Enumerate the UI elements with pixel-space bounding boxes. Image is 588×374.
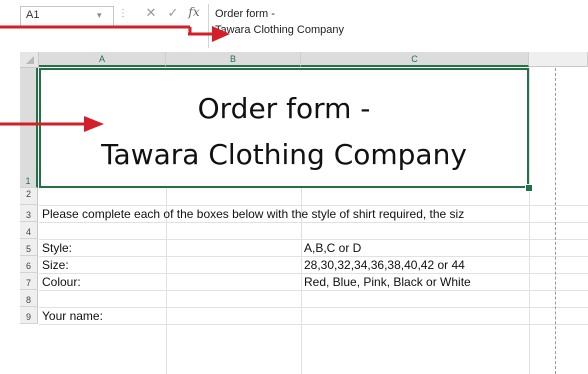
column-header-d[interactable]	[529, 52, 588, 67]
enter-icon[interactable]: ✓	[164, 5, 182, 21]
callout-arrow-icon	[0, 25, 230, 42]
cell-a9-your-name-label[interactable]: Your name:	[42, 309, 103, 323]
column-header-c[interactable]: C	[301, 52, 529, 67]
row-header-7[interactable]: 7	[20, 273, 38, 290]
merged-title-cell[interactable]: Order form - Tawara Clothing Company	[39, 68, 529, 188]
gridline	[39, 239, 588, 240]
cancel-icon[interactable]: ✕	[142, 5, 160, 21]
gridline	[39, 205, 588, 206]
cell-c6-size-value[interactable]: 28,30,32,34,36,38,40,42 or 44	[304, 258, 465, 272]
row-header-9[interactable]: 9	[20, 307, 38, 324]
cell-c7-colour-value[interactable]: Red, Blue, Pink, Black or White	[304, 275, 471, 289]
row-header-3[interactable]: 3	[20, 205, 38, 222]
gridline	[529, 68, 530, 374]
row-header-2[interactable]: 2	[20, 188, 38, 205]
row-header-5[interactable]: 5	[20, 239, 38, 256]
insert-function-icon[interactable]: fx	[185, 5, 203, 19]
gridline	[39, 222, 588, 223]
row-header-4[interactable]: 4	[20, 222, 38, 239]
cell-a5-style-label[interactable]: Style:	[42, 241, 72, 255]
fill-handle[interactable]	[525, 184, 533, 192]
cell-a6-size-label[interactable]: Size:	[42, 258, 69, 272]
gridline	[39, 273, 588, 274]
title-line-1: Order form -	[197, 92, 371, 125]
separator-icon: ⋮	[118, 8, 128, 19]
cell-a3-instructions[interactable]: Please complete each of the boxes below …	[42, 207, 464, 221]
gridline	[39, 256, 588, 257]
row-header-8[interactable]: 8	[20, 290, 38, 307]
row-header-6[interactable]: 6	[20, 256, 38, 273]
worksheet-grid[interactable]: A B C 1 2 3 4 5 6 7 8 9 Order form - Taw…	[20, 52, 588, 374]
page-break-line	[555, 68, 556, 374]
gridline	[39, 324, 588, 325]
cell-a7-colour-label[interactable]: Colour:	[42, 275, 81, 289]
column-header-b[interactable]: B	[166, 52, 301, 67]
cell-c5-style-value[interactable]: A,B,C or D	[304, 241, 361, 255]
select-all-icon[interactable]	[20, 52, 39, 68]
column-header-a[interactable]: A	[39, 52, 166, 67]
gridline	[39, 307, 588, 308]
callout-arrow-icon	[0, 116, 104, 132]
title-line-2: Tawara Clothing Company	[101, 138, 467, 171]
gridline	[39, 290, 588, 291]
